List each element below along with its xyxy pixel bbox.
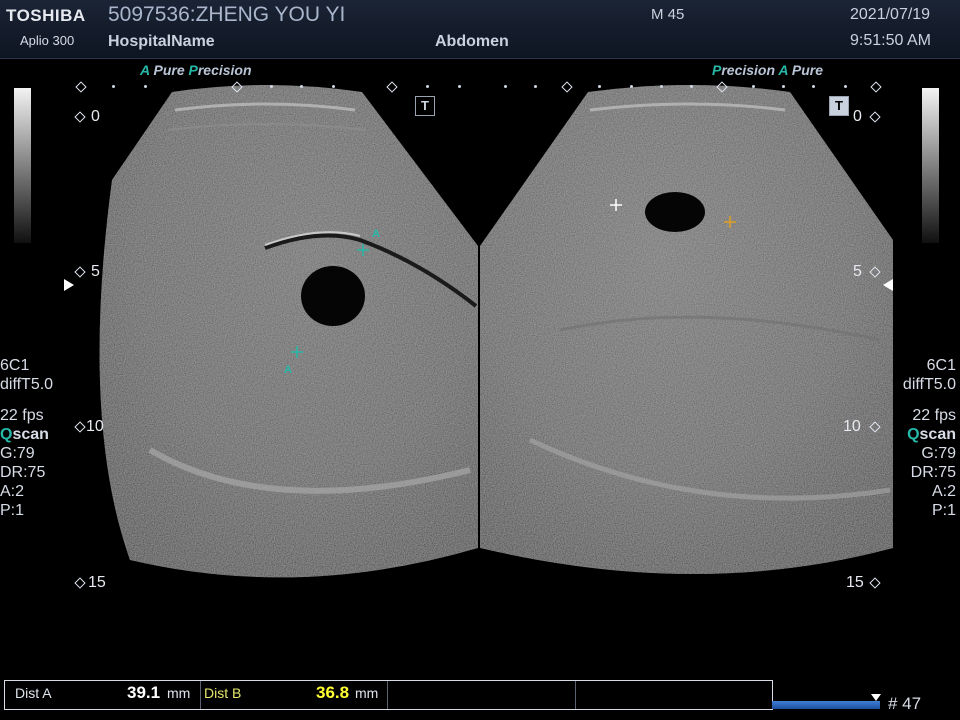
left-image-tag: A Pure Precision [140,62,252,78]
left-focus-marker[interactable] [64,279,74,291]
dist-b-value: 36.8 [316,683,350,702]
cine-position-marker[interactable] [871,694,881,701]
frame-number: # 47 [888,694,922,713]
depth-label-10: 10 [86,418,104,435]
dist-a-unit: mm [167,685,191,701]
gain-label: G:79 [921,445,956,462]
probe-label: 6C1 [0,357,30,374]
caliper-a-label-top: A [372,228,380,240]
right-params-panel: 6C1 diffT5.0 22 fps Qscan G:79 DR:75 A:2… [880,356,956,520]
dist-b-unit: mm [355,685,379,701]
caliper-a-label-bottom: A [284,364,292,376]
depth-label-10: 10 [843,418,861,435]
right-focus-marker[interactable] [883,279,893,291]
measurement-cell-empty-1 [388,681,576,709]
p-param-label: P:1 [0,502,25,519]
depth-label-0: 0 [91,108,100,125]
depth-label-15: 15 [846,574,864,591]
right-image-tag: Precision A Pure [712,62,824,78]
qscan-label: Qscan [0,426,49,443]
depth-label-5: 5 [853,263,862,280]
dist-a-value: 39.1 [127,683,161,702]
left-grayscale-bar [14,88,31,243]
dist-b-label: Dist B [204,685,242,701]
mode-label: diffT5.0 [0,376,54,393]
measurement-bar: Dist A 39.1 mm Dist B 36.8 mm [4,680,773,710]
probe-label: 6C1 [926,357,956,374]
a-param-label: A:2 [931,483,956,500]
measurement-cell-dist-b[interactable]: Dist B 36.8 mm [200,681,388,709]
cyst-right [645,192,705,232]
gain-label: G:79 [0,445,35,462]
depth-label-15: 15 [88,574,106,591]
right-transducer-icon: T [829,96,849,116]
depth-label-5: 5 [91,263,100,280]
measurement-cell-empty-2 [576,681,770,709]
depth-label-0: 0 [853,108,862,125]
right-ultrasound-sector [480,85,893,574]
a-param-label: A:2 [0,483,25,500]
cyst-left [301,266,365,326]
left-params-panel: 6C1 diffT5.0 22 fps Qscan G:79 DR:75 A:2… [0,356,53,520]
left-ultrasound-sector [99,85,478,578]
dynamic-range-label: DR:75 [0,464,46,481]
measurement-cell-dist-a[interactable]: Dist A 39.1 mm [5,681,201,709]
ultrasound-image-area [99,85,893,578]
fps-label: 22 fps [0,407,44,424]
mode-label: diffT5.0 [902,376,956,393]
qscan-label: Qscan [907,426,956,443]
fps-label: 22 fps [912,407,956,424]
dist-a-label: Dist A [15,685,52,701]
left-transducer-icon: T [415,96,435,116]
right-grayscale-bar [922,88,939,243]
p-param-label: P:1 [931,502,956,519]
cine-progress-bar[interactable] [772,701,880,709]
dynamic-range-label: DR:75 [910,464,956,481]
